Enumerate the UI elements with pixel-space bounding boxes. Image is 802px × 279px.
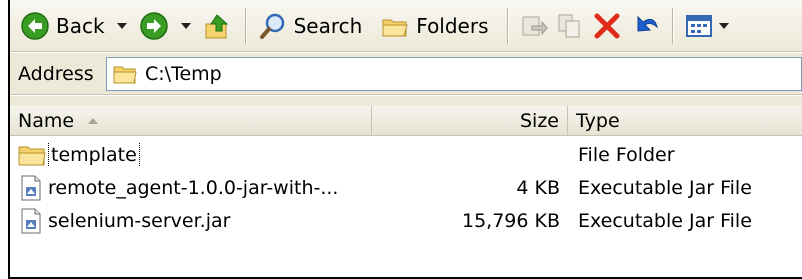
folder-icon — [18, 143, 46, 167]
jar-file-icon — [18, 207, 44, 235]
views-button[interactable] — [681, 6, 717, 46]
address-bar: Address C:\Temp — [10, 53, 802, 95]
column-header-size[interactable]: Size — [372, 106, 568, 136]
file-list: template File Folder remote_agent-1.0.0-… — [10, 138, 802, 237]
list-item-selenium-server[interactable]: selenium-server.jar 15,796 KB Executable… — [10, 204, 802, 237]
file-name-cell: selenium-server.jar — [10, 207, 372, 235]
file-name: remote_agent-1.0.0-jar-with-... — [48, 176, 339, 199]
move-to-icon — [520, 12, 548, 40]
file-name: template — [48, 142, 140, 167]
toolbar-separator — [506, 7, 508, 44]
file-name-cell: remote_agent-1.0.0-jar-with-... — [10, 174, 372, 202]
list-item-remote-agent[interactable]: remote_agent-1.0.0-jar-with-... 4 KB Exe… — [10, 171, 802, 204]
forward-button[interactable] — [135, 6, 173, 46]
copy-to-icon — [556, 12, 584, 40]
toolbar: Back Search Folders — [10, 0, 802, 52]
folder-icon — [113, 64, 137, 84]
column-header-name[interactable]: Name — [10, 106, 372, 136]
address-path: C:\Temp — [145, 62, 222, 85]
back-icon — [20, 11, 50, 41]
move-to-button[interactable] — [516, 6, 552, 46]
address-field[interactable]: C:\Temp — [106, 56, 802, 91]
folders-icon — [380, 11, 410, 41]
forward-icon — [139, 11, 169, 41]
column-header-type[interactable]: Type — [568, 106, 802, 136]
file-type: Executable Jar File — [578, 176, 752, 199]
file-type: Executable Jar File — [578, 209, 752, 232]
up-folder-button[interactable] — [199, 6, 237, 46]
list-item-template[interactable]: template File Folder — [10, 138, 802, 171]
delete-icon — [592, 11, 622, 41]
back-dropdown-arrow[interactable] — [116, 22, 127, 29]
up-folder-icon — [203, 11, 233, 41]
undo-icon — [630, 11, 660, 41]
search-icon — [258, 11, 288, 41]
address-label: Address — [18, 62, 94, 85]
file-name-cell: template — [10, 142, 372, 167]
file-type: File Folder — [578, 143, 675, 166]
copy-to-button[interactable] — [552, 6, 588, 46]
forward-dropdown-arrow[interactable] — [180, 22, 191, 29]
delete-button[interactable] — [588, 6, 626, 46]
column-name-label: Name — [18, 110, 75, 132]
jar-file-icon — [18, 174, 44, 202]
folders-button[interactable]: Folders — [376, 6, 492, 46]
search-button[interactable]: Search — [254, 6, 367, 46]
back-button[interactable]: Back — [16, 6, 109, 46]
undo-button[interactable] — [626, 6, 664, 46]
views-dropdown-arrow[interactable] — [718, 22, 729, 29]
file-size: 15,796 KB — [461, 209, 560, 232]
toolbar-separator — [244, 7, 246, 44]
toolbar-separator — [671, 7, 673, 44]
views-icon — [685, 12, 713, 40]
explorer-window: Back Search Folders Address C:\Temp Name… — [8, 0, 802, 279]
column-type-label: Type — [576, 110, 620, 132]
folders-label: Folders — [416, 13, 489, 38]
file-name: selenium-server.jar — [48, 209, 231, 232]
sort-ascending-icon — [88, 118, 99, 124]
file-size: 4 KB — [516, 176, 560, 199]
back-label: Back — [56, 13, 105, 38]
search-label: Search — [293, 13, 363, 38]
toolbar-gap — [10, 96, 802, 106]
list-header: Name Size Type — [10, 106, 802, 136]
column-size-label: Size — [519, 110, 559, 132]
